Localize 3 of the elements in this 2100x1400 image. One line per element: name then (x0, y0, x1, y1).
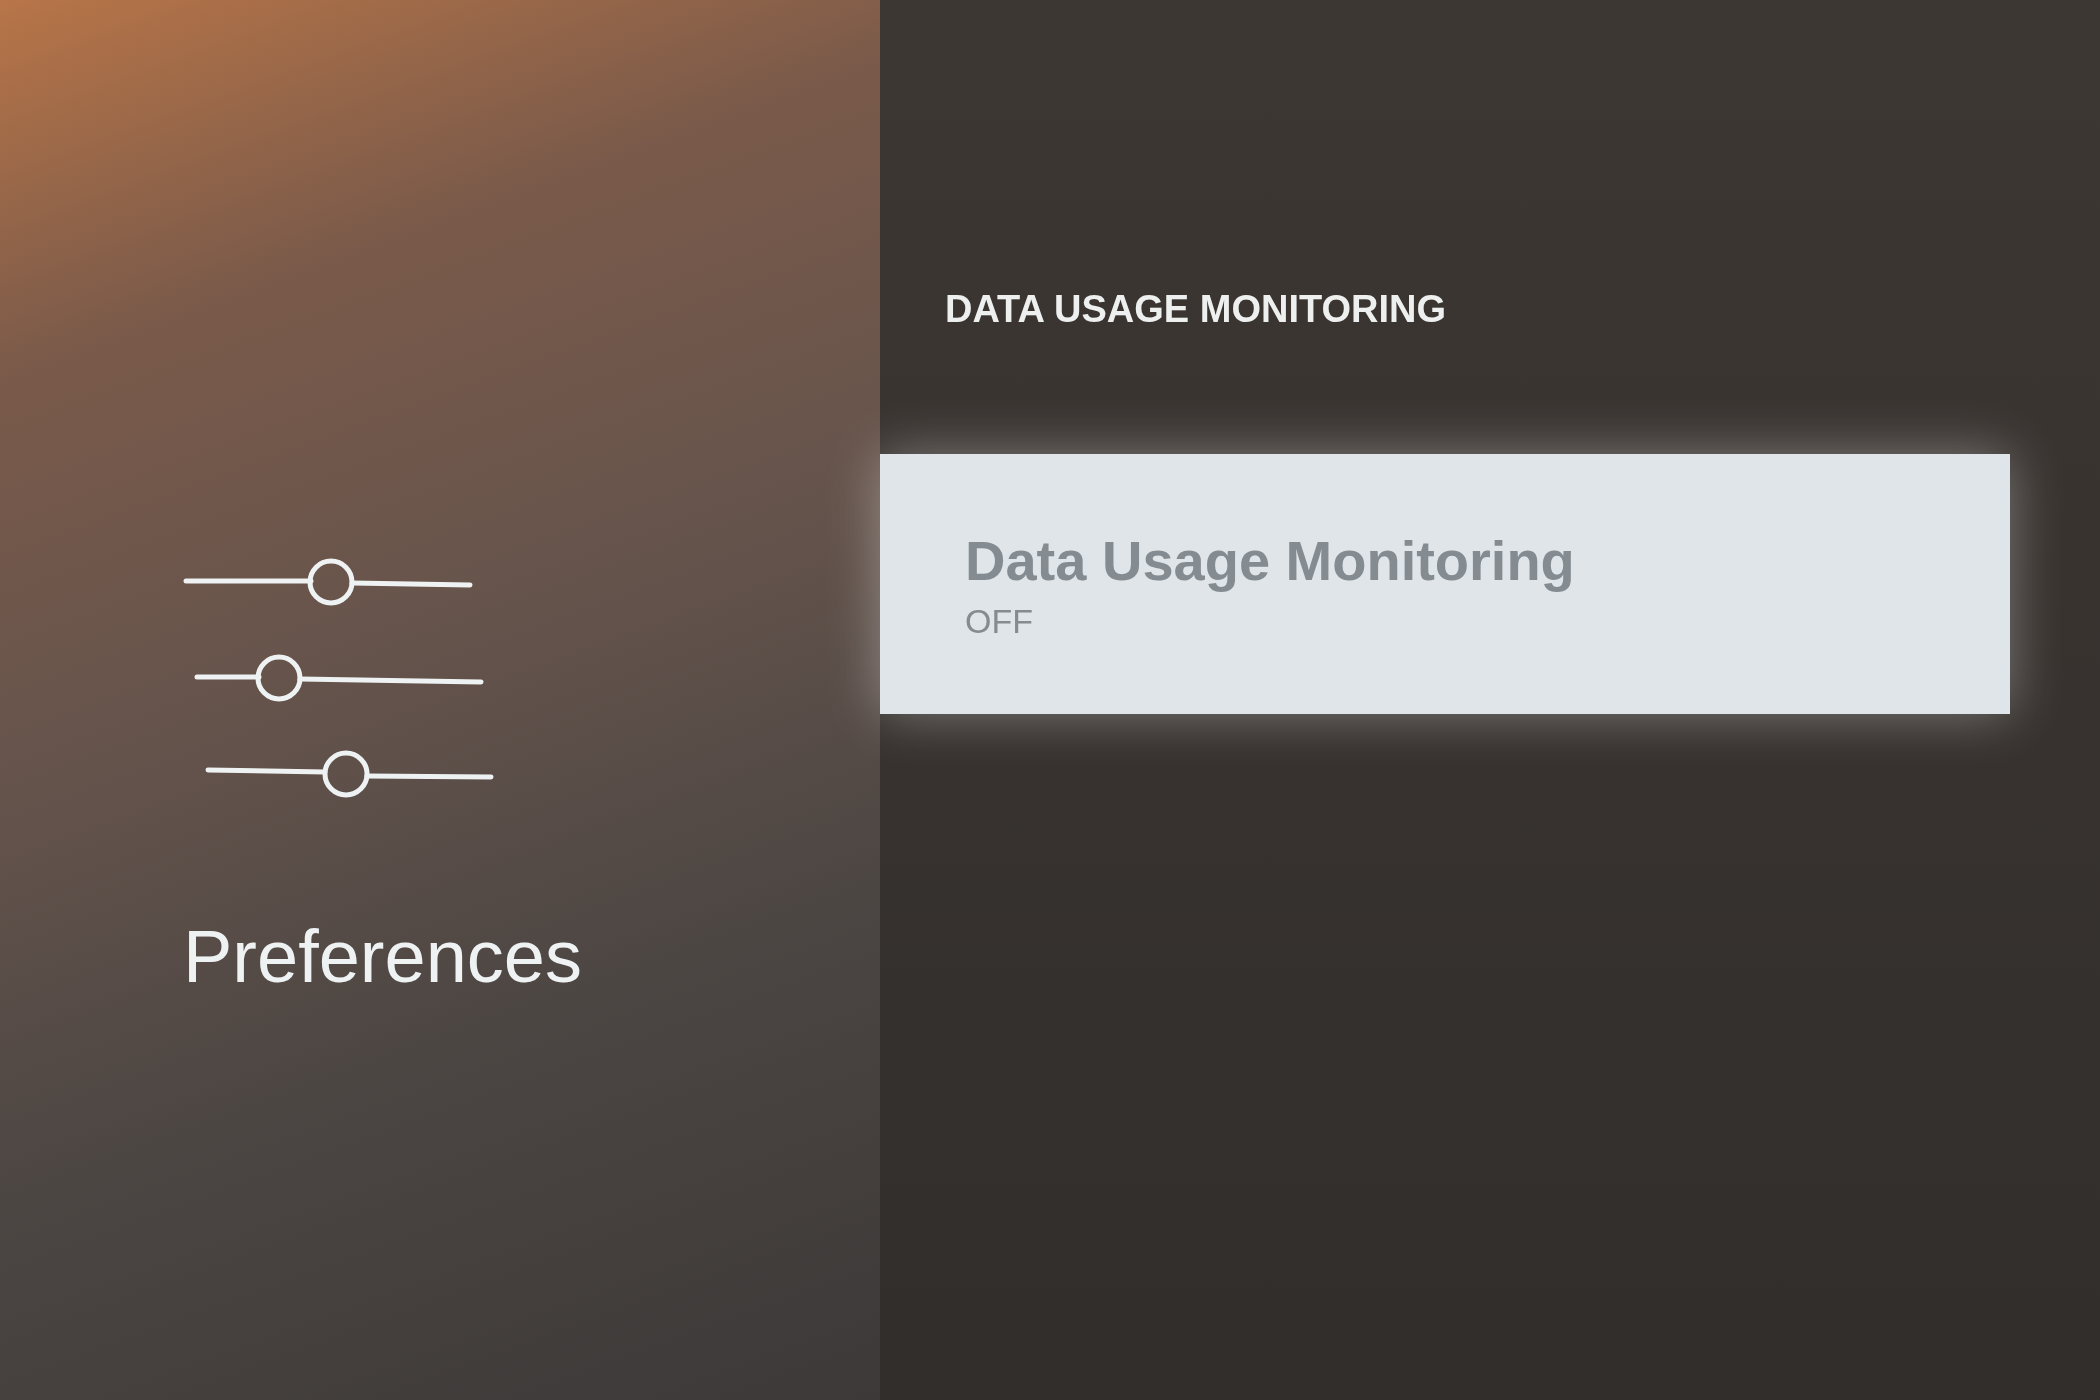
section-heading: DATA USAGE MONITORING (945, 290, 1447, 328)
settings-item[interactable]: Data Usage Monitoring OFF (880, 454, 2010, 714)
sidebar-title: Preferences (183, 920, 582, 994)
